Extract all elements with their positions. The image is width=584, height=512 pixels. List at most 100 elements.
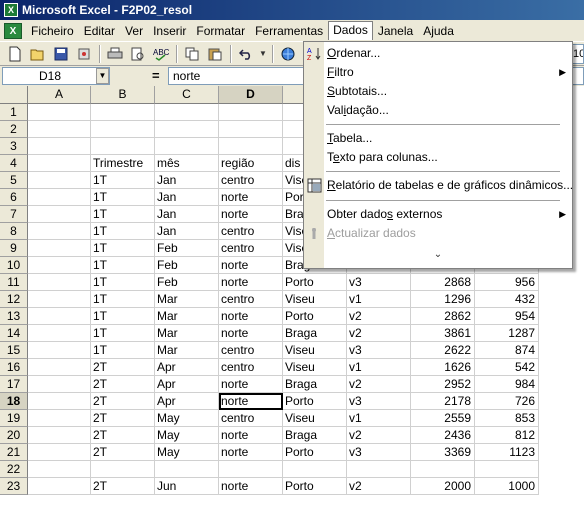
cell-d10[interactable]: norte (219, 257, 283, 274)
cell-b8[interactable]: 1T (91, 223, 155, 240)
cell-c8[interactable]: Jan (155, 223, 219, 240)
cell-d23[interactable]: norte (219, 478, 283, 495)
row-header-13[interactable]: 13 (0, 308, 28, 325)
cell-b17[interactable]: 2T (91, 376, 155, 393)
cell-h19[interactable]: 853 (475, 410, 539, 427)
row-header-15[interactable]: 15 (0, 342, 28, 359)
cell-b11[interactable]: 1T (91, 274, 155, 291)
document-icon[interactable]: X (4, 22, 22, 39)
cell-d14[interactable]: norte (219, 325, 283, 342)
menu-formatar[interactable]: Formatar (191, 22, 250, 40)
cell-f12[interactable]: v1 (347, 291, 411, 308)
cell-g16[interactable]: 1626 (411, 359, 475, 376)
name-box[interactable]: D18 (2, 67, 110, 85)
save-icon[interactable] (50, 44, 72, 64)
cell-c14[interactable]: Mar (155, 325, 219, 342)
cell-a22[interactable] (28, 461, 91, 478)
cell-h14[interactable]: 1287 (475, 325, 539, 342)
cell-e15[interactable]: Viseu (283, 342, 347, 359)
cell-a10[interactable] (28, 257, 91, 274)
cell-g21[interactable]: 3369 (411, 444, 475, 461)
cell-d17[interactable]: norte (219, 376, 283, 393)
menu-inserir[interactable]: Inserir (148, 22, 191, 40)
cell-b7[interactable]: 1T (91, 206, 155, 223)
cell-c15[interactable]: Mar (155, 342, 219, 359)
menu-ficheiro[interactable]: Ficheiro (26, 22, 79, 40)
cell-d15[interactable]: centro (219, 342, 283, 359)
row-header-5[interactable]: 5 (0, 172, 28, 189)
cell-d16[interactable]: centro (219, 359, 283, 376)
cell-c9[interactable]: Feb (155, 240, 219, 257)
cell-b4[interactable]: Trimestre (91, 155, 155, 172)
cell-b6[interactable]: 1T (91, 189, 155, 206)
cell-b3[interactable] (91, 138, 155, 155)
row-header-7[interactable]: 7 (0, 206, 28, 223)
cell-f19[interactable]: v1 (347, 410, 411, 427)
menu-ver[interactable]: Ver (120, 22, 148, 40)
cell-a17[interactable] (28, 376, 91, 393)
cell-f14[interactable]: v2 (347, 325, 411, 342)
cell-b5[interactable]: 1T (91, 172, 155, 189)
cell-h13[interactable]: 954 (475, 308, 539, 325)
cell-d19[interactable]: centro (219, 410, 283, 427)
cell-f22[interactable] (347, 461, 411, 478)
cell-a8[interactable] (28, 223, 91, 240)
row-header-16[interactable]: 16 (0, 359, 28, 376)
cell-d3[interactable] (219, 138, 283, 155)
cell-f17[interactable]: v2 (347, 376, 411, 393)
cell-c17[interactable]: Apr (155, 376, 219, 393)
cell-c11[interactable]: Feb (155, 274, 219, 291)
cell-d6[interactable]: norte (219, 189, 283, 206)
cell-b18[interactable]: 2T (91, 393, 155, 410)
cell-f21[interactable]: v3 (347, 444, 411, 461)
cell-f16[interactable]: v1 (347, 359, 411, 376)
cell-a1[interactable] (28, 104, 91, 121)
cell-d18[interactable]: norte (219, 393, 283, 410)
cell-b1[interactable] (91, 104, 155, 121)
row-header-6[interactable]: 6 (0, 189, 28, 206)
cell-h18[interactable]: 726 (475, 393, 539, 410)
cell-c4[interactable]: mês (155, 155, 219, 172)
cell-d22[interactable] (219, 461, 283, 478)
cell-a19[interactable] (28, 410, 91, 427)
menu-item-validacao[interactable]: Validação... (304, 101, 572, 120)
row-header-10[interactable]: 10 (0, 257, 28, 274)
row-header-14[interactable]: 14 (0, 325, 28, 342)
cell-a6[interactable] (28, 189, 91, 206)
expand-menu-chevron-icon[interactable]: ⌄ (304, 249, 572, 260)
permission-icon[interactable] (73, 44, 95, 64)
row-header-1[interactable]: 1 (0, 104, 28, 121)
cell-a3[interactable] (28, 138, 91, 155)
menu-item-relatorio-de-tabelas-e-de-graficos-dinamicos[interactable]: Relatório de tabelas e de gráficos dinâm… (304, 176, 573, 195)
menu-item-subtotais[interactable]: Subtotais... (304, 82, 572, 101)
cell-e16[interactable]: Viseu (283, 359, 347, 376)
cell-f18[interactable]: v3 (347, 393, 411, 410)
cell-g13[interactable]: 2862 (411, 308, 475, 325)
cell-e23[interactable]: Porto (283, 478, 347, 495)
cell-b23[interactable]: 2T (91, 478, 155, 495)
paste-icon[interactable] (204, 44, 226, 64)
cell-e12[interactable]: Viseu (283, 291, 347, 308)
cell-b2[interactable] (91, 121, 155, 138)
cell-d8[interactable]: centro (219, 223, 283, 240)
cell-c21[interactable]: May (155, 444, 219, 461)
cell-e17[interactable]: Braga (283, 376, 347, 393)
cell-b12[interactable]: 1T (91, 291, 155, 308)
menu-item-tabela[interactable]: Tabela... (304, 129, 572, 148)
cell-a14[interactable] (28, 325, 91, 342)
cell-b19[interactable]: 2T (91, 410, 155, 427)
cell-h15[interactable]: 874 (475, 342, 539, 359)
cell-c13[interactable]: Mar (155, 308, 219, 325)
cell-c3[interactable] (155, 138, 219, 155)
cell-g19[interactable]: 2559 (411, 410, 475, 427)
row-header-12[interactable]: 12 (0, 291, 28, 308)
cell-g15[interactable]: 2622 (411, 342, 475, 359)
row-header-20[interactable]: 20 (0, 427, 28, 444)
cell-h12[interactable]: 432 (475, 291, 539, 308)
row-header-11[interactable]: 11 (0, 274, 28, 291)
menu-item-filtro[interactable]: Filtro ▶ (304, 63, 572, 82)
cell-a12[interactable] (28, 291, 91, 308)
cell-h23[interactable]: 1000 (475, 478, 539, 495)
cell-g22[interactable] (411, 461, 475, 478)
cell-a7[interactable] (28, 206, 91, 223)
